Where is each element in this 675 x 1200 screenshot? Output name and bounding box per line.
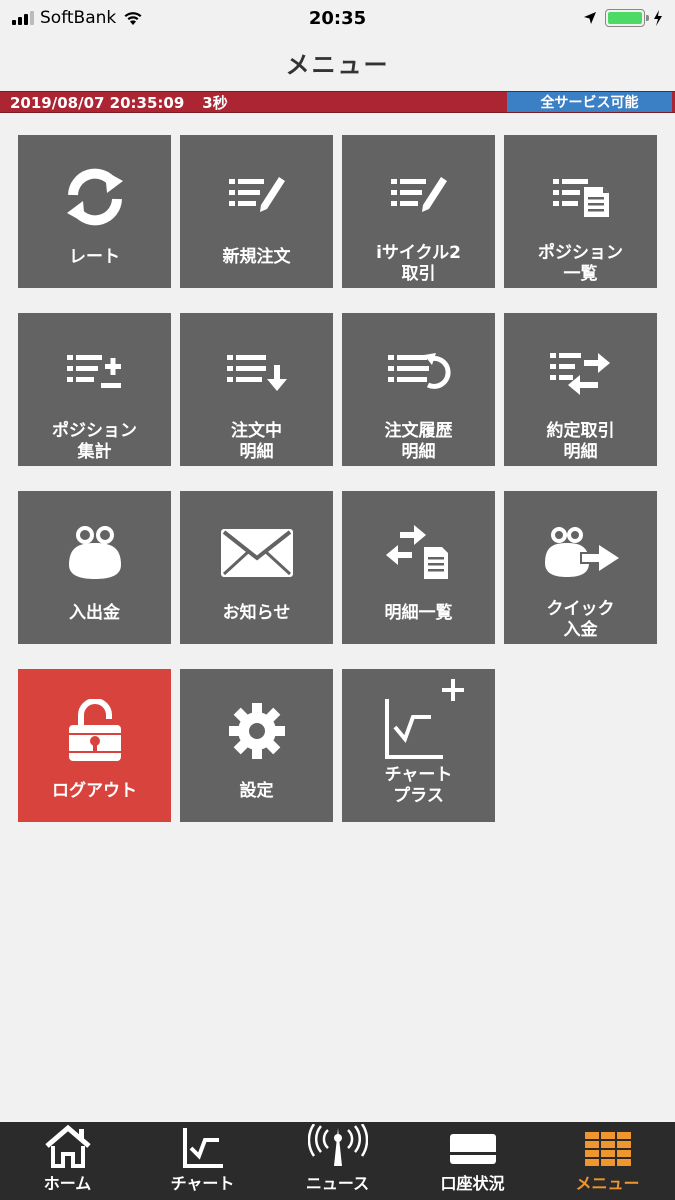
menu-tile-settings[interactable]: 設定 <box>180 669 333 822</box>
tab-label: チャート <box>170 1174 235 1193</box>
menu-tile-position-summary[interactable]: ポジション 集計 <box>18 313 171 466</box>
tile-label: 設定 <box>239 781 274 801</box>
page-title: メニュー <box>285 50 390 79</box>
menu-grid: レート 新規注文 iサイクル2 取引 ポジション 一覧 ポジション 集計 注文中… <box>18 135 657 822</box>
order-history-icon <box>379 343 459 407</box>
status-left: SoftBank <box>12 8 232 28</box>
info-bar: 2019/08/07 20:35:09 3秒 全サービス可能 <box>0 91 675 113</box>
position-summary-icon <box>55 343 135 407</box>
tile-label: 約定取引 明細 <box>546 421 615 462</box>
tab-account[interactable]: 口座状況 <box>405 1122 540 1200</box>
executed-trade-icon <box>541 343 621 407</box>
tab-label: ニュース <box>305 1174 370 1193</box>
menu-grid-icon <box>583 1122 633 1168</box>
menu-tile-quick-deposit[interactable]: クイック 入金 <box>504 491 657 644</box>
account-card-icon <box>448 1122 498 1168</box>
quick-deposit-icon <box>541 521 621 585</box>
tile-label: ポジション 一覧 <box>538 243 623 284</box>
status-right <box>443 9 663 27</box>
gear-icon <box>217 699 297 763</box>
tab-label: メニュー <box>575 1174 640 1193</box>
navigation-bar: メニュー <box>0 36 675 88</box>
tile-label: 明細一覧 <box>384 603 453 623</box>
menu-tile-rate[interactable]: レート <box>18 135 171 288</box>
tile-label: 入出金 <box>69 603 120 623</box>
tile-label: 注文履歴 明細 <box>384 421 453 462</box>
clock: 20:35 <box>308 7 367 29</box>
charging-bolt-icon <box>653 10 662 26</box>
purse-icon <box>55 521 135 585</box>
tile-label: 新規注文 <box>222 247 291 267</box>
menu-tile-pending-orders[interactable]: 注文中 明細 <box>180 313 333 466</box>
position-list-icon <box>541 165 621 229</box>
tile-label: ポジション 集計 <box>52 421 137 462</box>
update-datetime: 2019/08/07 20:35:09 <box>10 93 185 112</box>
icycle-order-icon <box>379 165 459 229</box>
tab-news[interactable]: ニュース <box>270 1122 405 1200</box>
status-bar: SoftBank 20:35 <box>0 0 675 36</box>
menu-tile-statement-list[interactable]: 明細一覧 <box>342 491 495 644</box>
update-interval: 3秒 <box>202 93 228 112</box>
menu-tile-deposit-withdraw[interactable]: 入出金 <box>18 491 171 644</box>
unlock-icon <box>55 699 135 763</box>
pending-order-icon <box>217 343 297 407</box>
signal-strength-icon <box>12 11 34 25</box>
menu-tile-chart-plus[interactable]: チャート プラス <box>342 669 495 822</box>
tab-menu[interactable]: メニュー <box>540 1122 675 1200</box>
carrier-name: SoftBank <box>40 8 117 28</box>
tab-chart[interactable]: チャート <box>135 1122 270 1200</box>
location-arrow-icon <box>583 12 596 24</box>
statement-list-icon <box>379 521 459 585</box>
tile-label: お知らせ <box>222 603 291 623</box>
menu-tile-executed-trades[interactable]: 約定取引 明細 <box>504 313 657 466</box>
tile-label: チャート プラス <box>384 765 453 806</box>
chart-icon <box>179 1122 227 1168</box>
tile-label: iサイクル2 取引 <box>376 243 461 284</box>
wifi-icon <box>124 12 142 25</box>
envelope-icon <box>217 521 297 585</box>
last-update: 2019/08/07 20:35:09 3秒 <box>10 92 228 113</box>
service-status-badge: 全サービス可能 <box>507 92 672 112</box>
menu-tile-order-history[interactable]: 注文履歴 明細 <box>342 313 495 466</box>
tile-label: 注文中 明細 <box>231 421 282 462</box>
menu-tile-logout[interactable]: ログアウト <box>18 669 171 822</box>
tile-label: ログアウト <box>52 781 137 801</box>
home-icon <box>43 1122 93 1168</box>
menu-tile-icycle[interactable]: iサイクル2 取引 <box>342 135 495 288</box>
tile-label: クイック 入金 <box>546 599 615 640</box>
menu-tile-new-order[interactable]: 新規注文 <box>180 135 333 288</box>
tile-label: レート <box>69 247 120 267</box>
news-antenna-icon <box>307 1122 368 1168</box>
new-order-icon <box>217 165 297 229</box>
menu-tile-notices[interactable]: お知らせ <box>180 491 333 644</box>
tab-home[interactable]: ホーム <box>0 1122 135 1200</box>
tab-label: ホーム <box>43 1174 92 1193</box>
menu-tile-position-list[interactable]: ポジション 一覧 <box>504 135 657 288</box>
tab-bar: ホーム チャート ニュース 口座状況 メニュー <box>0 1122 675 1200</box>
chart-plus-icon <box>369 677 469 761</box>
refresh-icon <box>55 165 135 229</box>
tab-label: 口座状況 <box>440 1174 505 1193</box>
battery-icon <box>604 9 649 27</box>
